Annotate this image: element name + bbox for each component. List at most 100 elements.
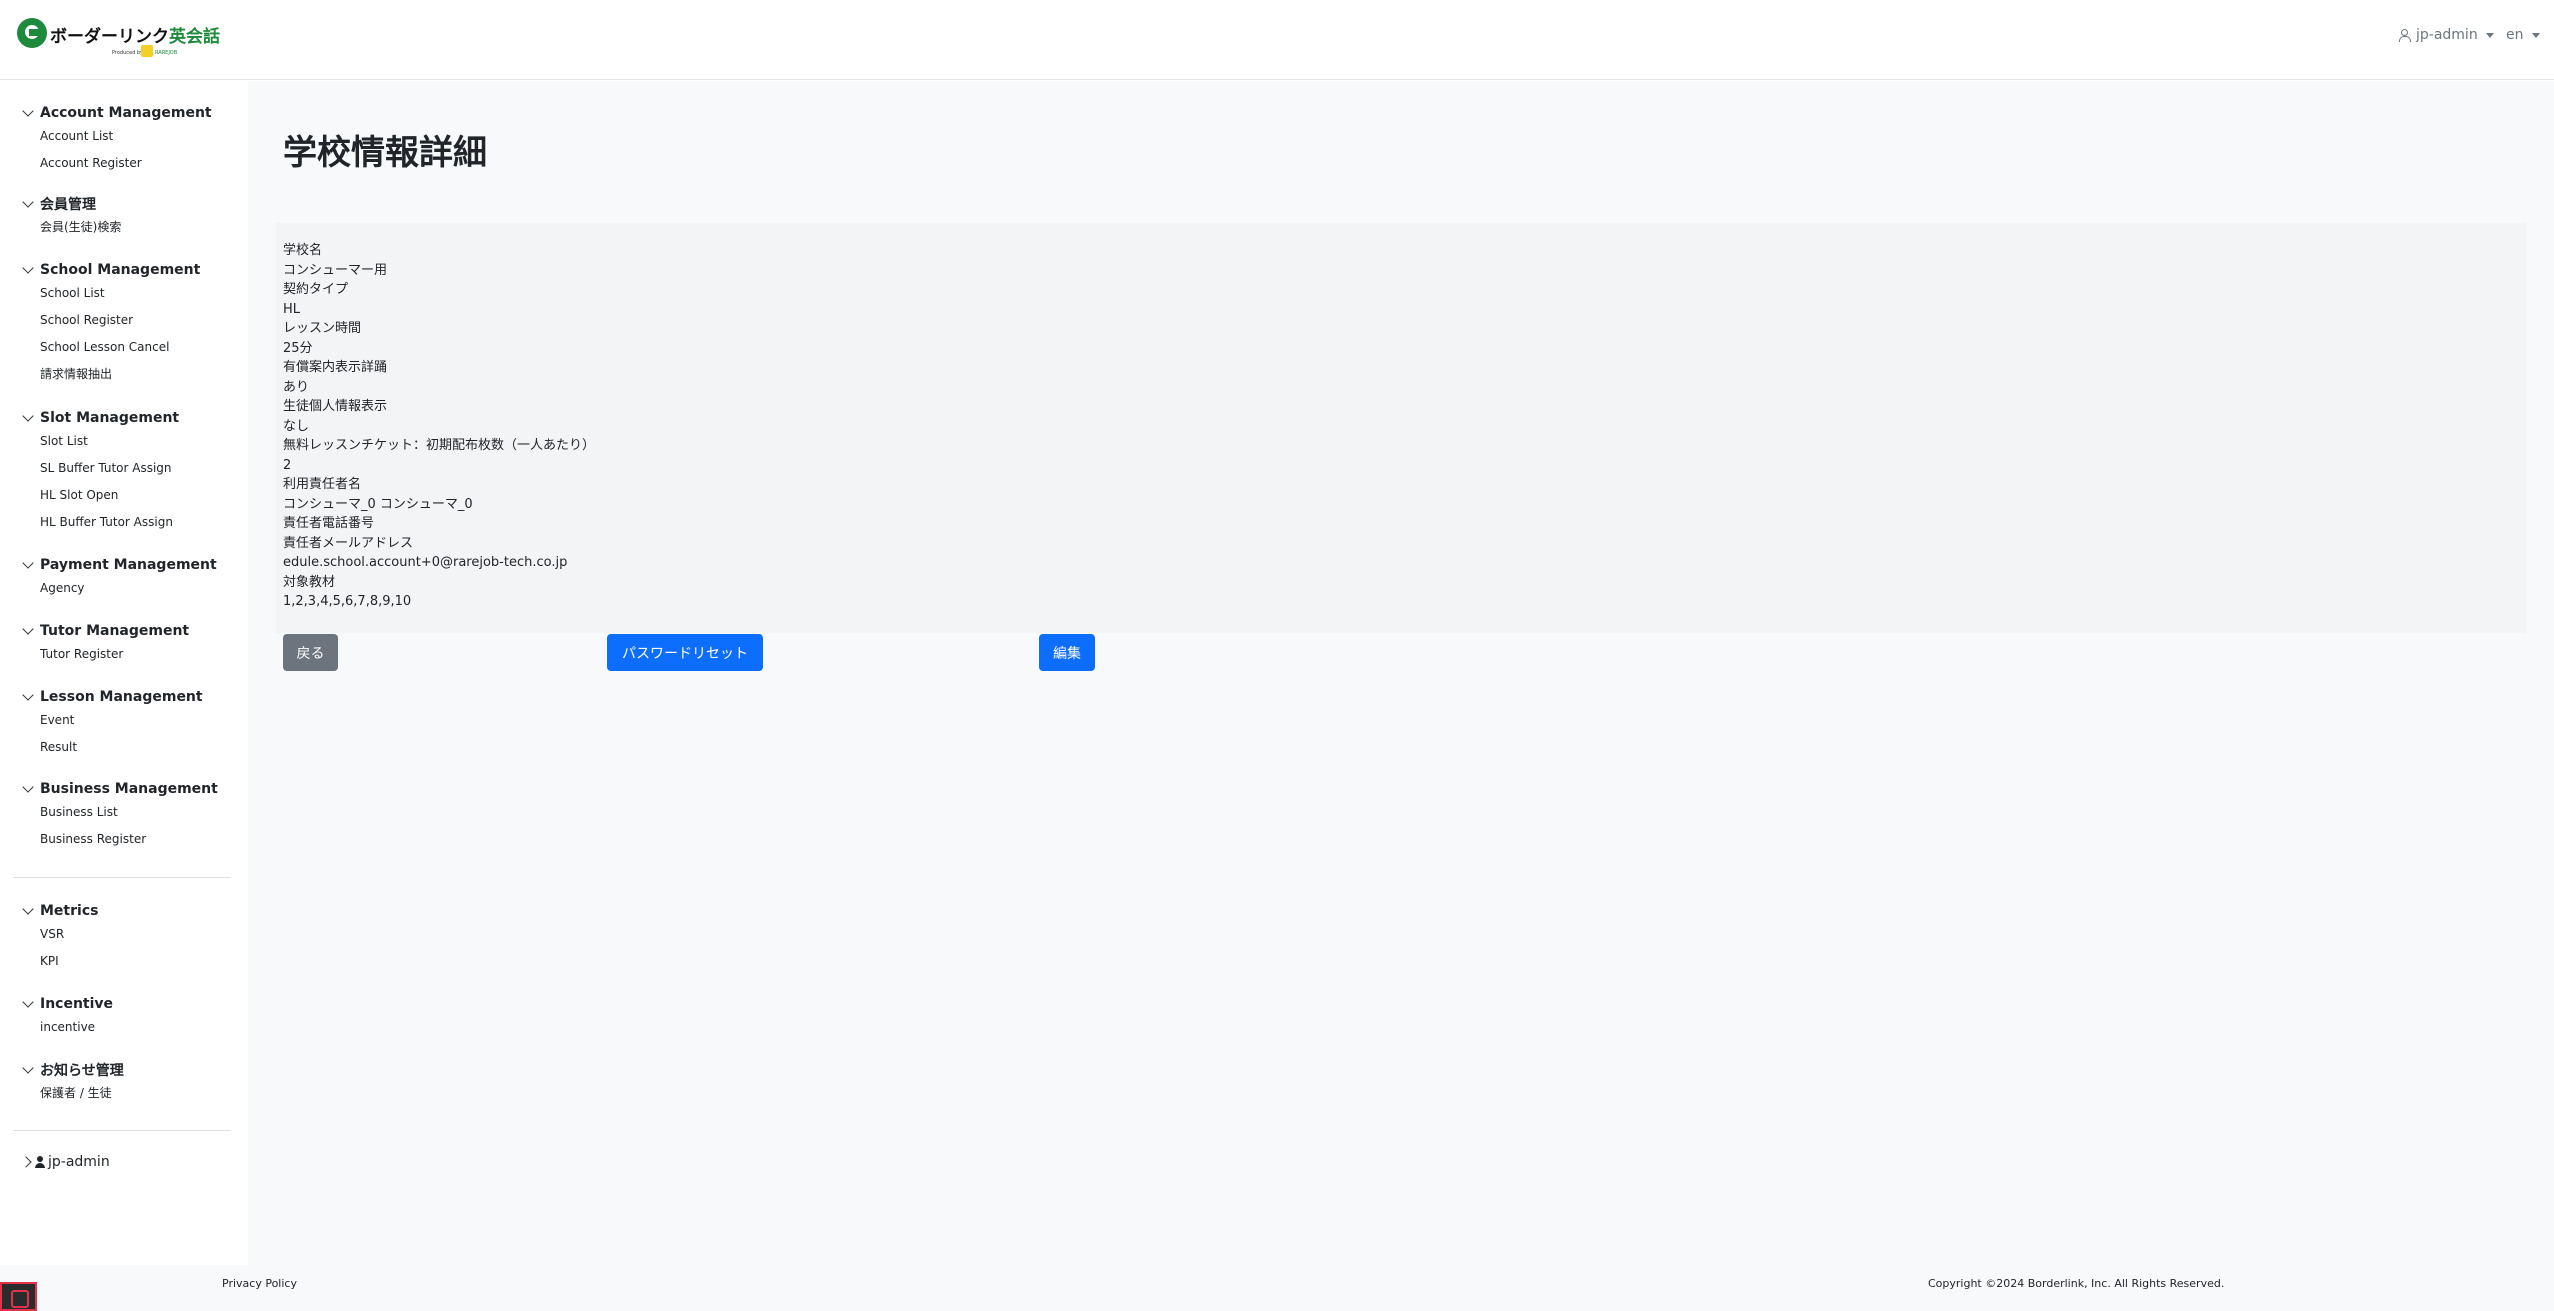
page-footer: Privacy Policy Copyright ©2024 Borderlin… <box>0 1265 2554 1311</box>
sidebar-group-toggle[interactable]: Slot Management <box>20 408 179 428</box>
user-icon <box>2398 29 2411 42</box>
detail-value-free-tickets: 2 <box>283 457 292 473</box>
detail-label-manager-email: 責任者メールアドレス <box>283 535 414 551</box>
chevron-down-icon <box>22 262 34 274</box>
user-menu-dropdown[interactable]: jp-admin <box>2398 27 2494 43</box>
sidebar-group-school-management: School Management School List School Reg… <box>20 260 200 388</box>
sidebar-divider <box>13 1130 231 1131</box>
language-dropdown[interactable]: en <box>2506 27 2540 43</box>
debugbar-icon[interactable] <box>0 1282 37 1311</box>
sidebar-item-member-search[interactable]: 会員(生徒)検索 <box>20 214 121 241</box>
sidebar-group-toggle[interactable]: お知らせ管理 <box>20 1060 124 1080</box>
sidebar-group-toggle[interactable]: Payment Management <box>20 555 217 575</box>
detail-label-paid-guide-display: 有償案内表示詳踊 <box>283 360 388 375</box>
sidebar-group-business-management: Business Management Business List Busine… <box>20 779 218 853</box>
rarejob-badge-text: RAREJOB <box>155 50 178 56</box>
chevron-down-icon <box>22 1062 34 1074</box>
sidebar-group-metrics: Metrics VSR KPI <box>20 901 98 975</box>
chevron-down-icon <box>22 781 34 793</box>
sidebar-group-toggle[interactable]: Tutor Management <box>20 621 189 641</box>
sidebar-item-billing-extract[interactable]: 請求情報抽出 <box>20 361 200 388</box>
chevron-down-icon <box>22 105 34 117</box>
school-detail-list: 学校名 コンシューマー用 契約タイプ HL レッスン時間 25分 有償案内表示詳… <box>283 241 595 612</box>
sidebar-item-school-lesson-cancel[interactable]: School Lesson Cancel <box>20 334 200 361</box>
detail-value-school-name: コンシューマー用 <box>283 262 388 278</box>
detail-label-manager-name: 利用責任者名 <box>283 477 362 492</box>
sidebar-item-business-list[interactable]: Business List <box>20 799 218 826</box>
sidebar-group-lesson-management: Lesson Management Event Result <box>20 687 203 761</box>
chevron-right-icon <box>20 1156 32 1168</box>
top-header: ボーダーリンク英会話 Produced by RAREJOB jp-admin … <box>0 0 2554 80</box>
sidebar-item-slot-list[interactable]: Slot List <box>20 428 179 455</box>
sidebar-user-label: jp-admin <box>48 1154 110 1170</box>
sidebar-group-tutor-management: Tutor Management Tutor Register <box>20 621 189 668</box>
brand-logo-mark-icon <box>17 18 47 48</box>
detail-label-student-info-display: 生徒個人情報表示 <box>283 399 388 414</box>
password-reset-button[interactable]: パスワードリセット <box>607 634 763 671</box>
sidebar-item-hl-slot-open[interactable]: HL Slot Open <box>20 482 179 509</box>
sidebar-group-toggle[interactable]: School Management <box>20 260 200 280</box>
sidebar-group-notice-management: お知らせ管理 保護者 / 生徒 <box>20 1060 124 1107</box>
detail-label-manager-phone: 責任者電話番号 <box>283 516 375 531</box>
brand-logo-subtitle: Produced by <box>112 50 143 56</box>
sidebar-nav: Account Management Account List Account … <box>0 81 248 1265</box>
sidebar-item-account-register[interactable]: Account Register <box>20 150 212 177</box>
chevron-down-icon <box>22 689 34 701</box>
sidebar-group-account-management: Account Management Account List Account … <box>20 103 212 177</box>
page-title: 学校情報詳細 <box>283 133 487 173</box>
sidebar-item-vsr[interactable]: VSR <box>20 921 98 948</box>
detail-label-materials: 対象教材 <box>283 574 336 590</box>
detail-value-lesson-time: 25分 <box>283 340 313 356</box>
sidebar-group-toggle[interactable]: Account Management <box>20 103 212 123</box>
sidebar-item-tutor-register[interactable]: Tutor Register <box>20 641 189 668</box>
caret-down-icon <box>2485 32 2494 38</box>
brand-logo-text: ボーダーリンク英会話 <box>50 27 220 47</box>
detail-label-contract-type: 契約タイプ <box>283 282 349 297</box>
chevron-down-icon <box>22 623 34 635</box>
language-label: en <box>2506 27 2524 43</box>
sidebar-item-school-register[interactable]: School Register <box>20 307 200 334</box>
brand-logo[interactable]: ボーダーリンク英会話 Produced by RAREJOB <box>17 18 220 64</box>
detail-label-free-tickets: 無料レッスンチケット：初期配布枚数（一人あたり） <box>283 438 596 453</box>
sidebar-group-toggle[interactable]: Metrics <box>20 901 98 921</box>
sidebar-item-event[interactable]: Event <box>20 707 203 734</box>
detail-value-paid-guide-display: あり <box>283 379 310 395</box>
sidebar-item-guardian-student[interactable]: 保護者 / 生徒 <box>20 1080 124 1107</box>
edit-button[interactable]: 編集 <box>1039 634 1095 671</box>
detail-label-lesson-time: レッスン時間 <box>283 321 362 336</box>
sidebar-group-slot-management: Slot Management Slot List SL Buffer Tuto… <box>20 408 179 536</box>
copyright-text: Copyright ©2024 Borderlink, Inc. All Rig… <box>1928 1277 2225 1290</box>
chevron-down-icon <box>22 996 34 1008</box>
privacy-policy-link[interactable]: Privacy Policy <box>222 1277 297 1290</box>
sidebar-item-hl-buffer-tutor-assign[interactable]: HL Buffer Tutor Assign <box>20 509 179 536</box>
chevron-down-icon <box>22 557 34 569</box>
sidebar-group-toggle[interactable]: 会員管理 <box>20 194 121 214</box>
sidebar-item-incentive[interactable]: incentive <box>20 1014 113 1041</box>
chevron-down-icon <box>22 196 34 208</box>
sidebar-item-kpi[interactable]: KPI <box>20 948 98 975</box>
sidebar-user-toggle[interactable]: jp-admin <box>20 1154 110 1170</box>
sidebar-item-business-register[interactable]: Business Register <box>20 826 218 853</box>
sidebar-divider <box>13 877 231 878</box>
detail-value-manager-email: edule.school.account+0@rarejob-tech.co.j… <box>283 555 568 570</box>
user-icon <box>34 1156 46 1168</box>
caret-down-icon <box>2531 32 2540 38</box>
detail-value-student-info-display: なし <box>283 418 310 434</box>
sidebar-group-payment-management: Payment Management Agency <box>20 555 217 602</box>
rarejob-badge-icon <box>141 45 153 57</box>
sidebar-item-school-list[interactable]: School List <box>20 280 200 307</box>
detail-card <box>276 223 2526 633</box>
sidebar-item-sl-buffer-tutor-assign[interactable]: SL Buffer Tutor Assign <box>20 455 179 482</box>
detail-value-contract-type: HL <box>283 301 301 317</box>
sidebar-item-account-list[interactable]: Account List <box>20 123 212 150</box>
chevron-down-icon <box>22 903 34 915</box>
back-button[interactable]: 戻る <box>283 634 338 671</box>
sidebar-group-toggle[interactable]: Incentive <box>20 994 113 1014</box>
sidebar-group-incentive: Incentive incentive <box>20 994 113 1041</box>
sidebar-group-toggle[interactable]: Lesson Management <box>20 687 203 707</box>
sidebar-item-agency[interactable]: Agency <box>20 575 217 602</box>
sidebar-group-toggle[interactable]: Business Management <box>20 779 218 799</box>
detail-value-materials: 1,2,3,4,5,6,7,8,9,10 <box>283 594 412 609</box>
sidebar-item-result[interactable]: Result <box>20 734 203 761</box>
detail-label-school-name: 学校名 <box>283 243 323 258</box>
